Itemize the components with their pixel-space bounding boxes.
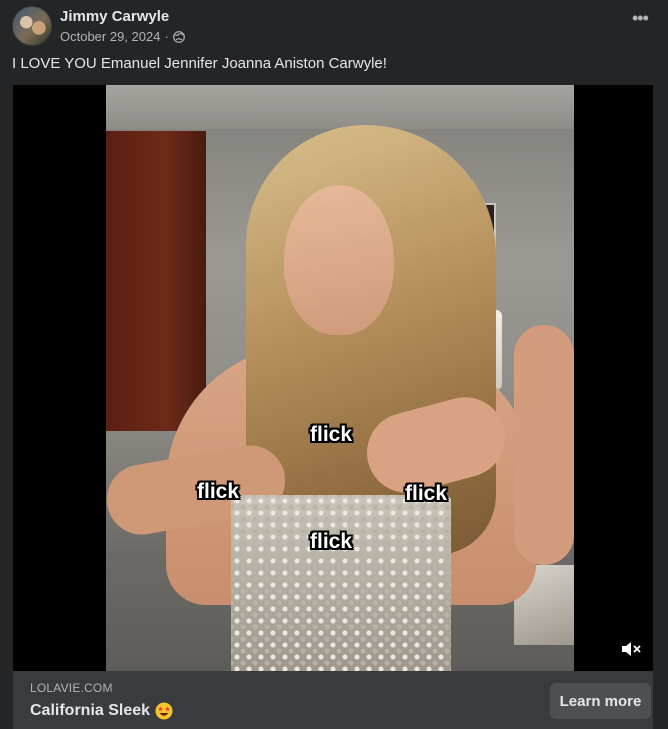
video-caption-word: flick: [310, 423, 353, 446]
scene-door: [106, 131, 206, 431]
ad-domain: LOLAVIE.COM: [30, 681, 113, 695]
scene-ceiling: [106, 85, 574, 129]
post-header: Jimmy Carwyle October 29, 2024 · •••: [12, 6, 656, 48]
video-caption-word: flick: [405, 482, 448, 505]
author-avatar[interactable]: [12, 6, 52, 46]
scene-person-face: [284, 185, 394, 335]
scene-person-dress: [231, 495, 451, 671]
scene-person-right-hand: [514, 325, 574, 565]
post-date[interactable]: October 29, 2024: [60, 29, 160, 44]
video-caption-word: flick: [310, 530, 353, 553]
video-player[interactable]: flick flick flick flick: [13, 85, 653, 671]
date-separator: ·: [164, 29, 169, 44]
star-struck-emoji-icon: [155, 702, 173, 720]
video-caption-word: flick: [197, 480, 240, 503]
ad-title-text: California Sleek: [30, 702, 151, 719]
globe-icon: [172, 30, 185, 43]
learn-more-button[interactable]: Learn more: [550, 683, 651, 719]
speaker-muted-icon[interactable]: [619, 637, 643, 661]
more-options-icon[interactable]: •••: [632, 9, 654, 27]
post-text: I LOVE YOU Emanuel Jennifer Joanna Anist…: [12, 55, 387, 72]
ad-footer[interactable]: LOLAVIE.COM California Sleek Learn more: [13, 671, 653, 729]
ad-title: California Sleek: [30, 702, 173, 720]
author-name[interactable]: Jimmy Carwyle: [60, 8, 169, 25]
video-frame: flick flick flick flick: [106, 85, 574, 671]
post-meta: October 29, 2024 ·: [60, 29, 185, 44]
